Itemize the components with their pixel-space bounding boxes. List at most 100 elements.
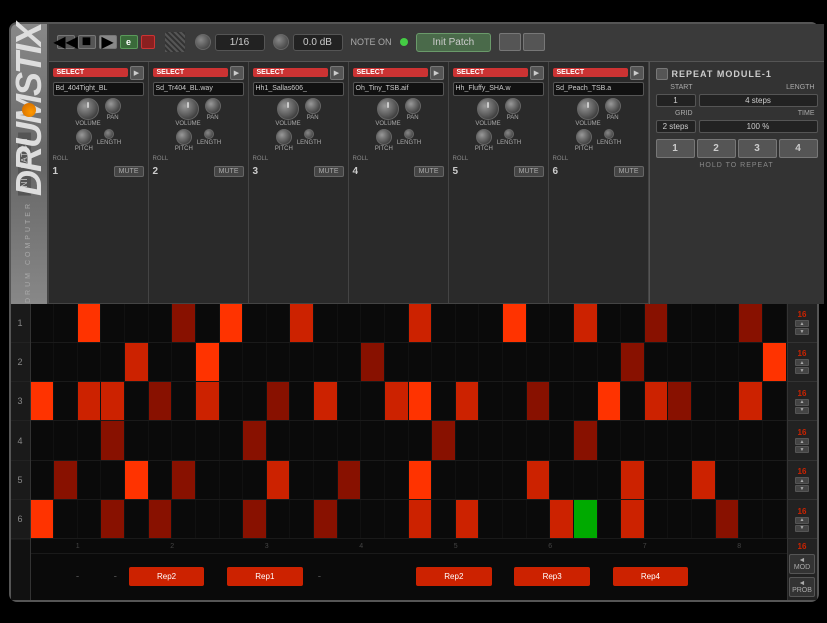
grid-cell-r3-c2[interactable]: [54, 382, 78, 420]
grid-cell-r3-c31[interactable]: [739, 382, 763, 420]
ch3-arrow[interactable]: ▶: [330, 66, 344, 80]
grid-cell-r2-c7[interactable]: [172, 343, 196, 381]
grid-cell-r3-c9[interactable]: [220, 382, 244, 420]
grid-cell-r2-c29[interactable]: [692, 343, 716, 381]
ch1-arrow[interactable]: ▶: [130, 66, 144, 80]
grid-cell-r1-c10[interactable]: [243, 304, 267, 342]
grid-cell-r5-c12[interactable]: [290, 461, 314, 499]
ch2-pan-knob[interactable]: [205, 98, 221, 114]
grid-cell-r6-c5[interactable]: [125, 500, 149, 538]
grid-cell-r1-c24[interactable]: [574, 304, 598, 342]
prob-button[interactable]: ◄ PROB: [789, 577, 815, 597]
grid-cell-r6-c4[interactable]: [101, 500, 125, 538]
grid-cell-r6-c18[interactable]: [432, 500, 456, 538]
grid-cell-r1-c4[interactable]: [101, 304, 125, 342]
grid-cell-r5-c22[interactable]: [527, 461, 551, 499]
ch4-arrow[interactable]: ▶: [430, 66, 444, 80]
ch1-pan-knob[interactable]: [105, 98, 121, 114]
grid-cell-r1-c28[interactable]: [668, 304, 692, 342]
init-patch-button[interactable]: Init Patch: [416, 33, 492, 52]
grid-cell-r4-c3[interactable]: [78, 421, 102, 459]
ch6-volume-knob[interactable]: [577, 98, 599, 120]
grid-cell-r1-c21[interactable]: [503, 304, 527, 342]
grid-cell-r4-c6[interactable]: [149, 421, 173, 459]
grid-cell-r2-c28[interactable]: [668, 343, 692, 381]
grid-cell-r3-c5[interactable]: [125, 382, 149, 420]
grid-cell-r2-c2[interactable]: [54, 343, 78, 381]
ch2-length-knob[interactable]: [204, 129, 214, 139]
grid-cell-r2-c5[interactable]: [125, 343, 149, 381]
grid-cell-r6-c1[interactable]: [31, 500, 55, 538]
grid-cell-r4-c4[interactable]: [101, 421, 125, 459]
grid-cell-r6-c7[interactable]: [172, 500, 196, 538]
repeat-checkbox[interactable]: [656, 68, 668, 80]
grid-cell-r3-c13[interactable]: [314, 382, 338, 420]
grid-cell-r3-c28[interactable]: [668, 382, 692, 420]
rec-btn[interactable]: [141, 35, 155, 49]
ch2-mute[interactable]: MUTE: [214, 166, 244, 177]
grid-cell-r4-c9[interactable]: [220, 421, 244, 459]
grid-cell-r6-c9[interactable]: [220, 500, 244, 538]
ch4-select[interactable]: SELECT: [353, 68, 428, 77]
grid-cell-r4-c11[interactable]: [267, 421, 291, 459]
side-dn-4[interactable]: ▼: [795, 446, 809, 453]
rew-btn[interactable]: ◀◀: [57, 35, 75, 49]
grid-cell-r1-c31[interactable]: [739, 304, 763, 342]
grid-cell-r1-c30[interactable]: [716, 304, 740, 342]
ch5-pitch-knob[interactable]: [476, 129, 492, 145]
stop-btn[interactable]: ■: [78, 35, 96, 49]
grid-cell-r1-c29[interactable]: [692, 304, 716, 342]
ch1-volume-knob[interactable]: [77, 98, 99, 120]
repeat-btn-2[interactable]: 2: [697, 139, 736, 158]
grid-cell-r3-c16[interactable]: [385, 382, 409, 420]
grid-cell-r2-c9[interactable]: [220, 343, 244, 381]
grid-cell-r5-c20[interactable]: [479, 461, 503, 499]
grid-cell-r3-c1[interactable]: [31, 382, 55, 420]
grid-cell-r4-c7[interactable]: [172, 421, 196, 459]
grid-cell-r3-c25[interactable]: [598, 382, 622, 420]
grid-cell-r3-c6[interactable]: [149, 382, 173, 420]
grid-cell-r5-c7[interactable]: [172, 461, 196, 499]
grid-cell-r6-c23[interactable]: [550, 500, 574, 538]
grid-cell-r3-c26[interactable]: [621, 382, 645, 420]
grid-cell-r6-c25[interactable]: [598, 500, 622, 538]
grid-cell-r3-c19[interactable]: [456, 382, 480, 420]
ch5-pan-knob[interactable]: [505, 98, 521, 114]
grid-cell-r1-c14[interactable]: [338, 304, 362, 342]
grid-cell-r4-c22[interactable]: [527, 421, 551, 459]
grid-cell-r2-c30[interactable]: [716, 343, 740, 381]
grid-cell-r2-c17[interactable]: [409, 343, 433, 381]
grid-cell-r6-c12[interactable]: [290, 500, 314, 538]
grid-cell-r4-c25[interactable]: [598, 421, 622, 459]
grid-cell-r3-c12[interactable]: [290, 382, 314, 420]
grid-cell-r1-c13[interactable]: [314, 304, 338, 342]
grid-cell-r1-c32[interactable]: [763, 304, 787, 342]
ch2-arrow[interactable]: ▶: [230, 66, 244, 80]
grid-cell-r5-c28[interactable]: [668, 461, 692, 499]
grid-cell-r3-c8[interactable]: [196, 382, 220, 420]
side-dn-2[interactable]: ▼: [795, 367, 809, 374]
grid-cell-r1-c8[interactable]: [196, 304, 220, 342]
ch4-length-knob[interactable]: [404, 129, 414, 139]
grid-cell-r5-c15[interactable]: [361, 461, 385, 499]
ch6-pan-knob[interactable]: [605, 98, 621, 114]
ch6-pitch-knob[interactable]: [576, 129, 592, 145]
ch1-pitch-knob[interactable]: [76, 129, 92, 145]
grid-cell-r1-c9[interactable]: [220, 304, 244, 342]
grid-cell-r1-c15[interactable]: [361, 304, 385, 342]
grid-cell-r3-c32[interactable]: [763, 382, 787, 420]
grid-cell-r6-c11[interactable]: [267, 500, 291, 538]
grid-cell-r3-c20[interactable]: [479, 382, 503, 420]
grid-cell-r5-c8[interactable]: [196, 461, 220, 499]
grid-cell-r3-c15[interactable]: [361, 382, 385, 420]
grid-cell-r4-c18[interactable]: [432, 421, 456, 459]
grid-cell-r5-c13[interactable]: [314, 461, 338, 499]
grid-cell-r4-c28[interactable]: [668, 421, 692, 459]
grid-cell-r6-c17[interactable]: [409, 500, 433, 538]
grid-cell-r6-c13[interactable]: [314, 500, 338, 538]
side-up-6[interactable]: ▲: [795, 517, 809, 524]
grid-cell-r4-c8[interactable]: [196, 421, 220, 459]
grid-cell-r5-c21[interactable]: [503, 461, 527, 499]
ch6-mute[interactable]: MUTE: [614, 166, 644, 177]
grid-cell-r4-c31[interactable]: [739, 421, 763, 459]
